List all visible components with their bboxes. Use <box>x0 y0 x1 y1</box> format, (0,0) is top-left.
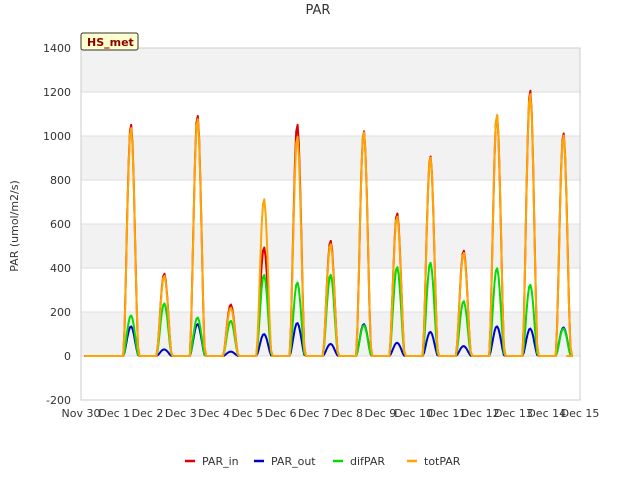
x-tick-label: Dec 7 <box>298 407 330 420</box>
plot-background-bands <box>81 48 580 356</box>
x-tick-label: Dec 6 <box>265 407 297 420</box>
badge: HS_met <box>80 32 139 51</box>
x-tick-label: Dec 5 <box>231 407 263 420</box>
x-tick-label: Dec 9 <box>365 407 397 420</box>
par-chart: PAR -200 0 200 400 600 800 1000 1200 1400 Nov 30… <box>8 3 600 468</box>
x-tick-label: Dec 8 <box>331 407 363 420</box>
background-band <box>81 136 580 180</box>
y-tick-label: 0 <box>64 350 71 363</box>
legend-label: difPAR <box>350 455 385 468</box>
y-tick-label: 800 <box>50 174 71 187</box>
background-band <box>81 48 580 92</box>
x-tick-label: Dec 3 <box>165 407 197 420</box>
x-tick-label: Nov 30 <box>62 407 101 420</box>
y-tick-label: 200 <box>50 306 71 319</box>
y-axis-ticks: -200 0 200 400 600 800 1000 1200 1400 <box>43 42 71 407</box>
legend-label: PAR_in <box>202 455 239 468</box>
legend-label: totPAR <box>424 455 461 468</box>
legend: PAR_in PAR_out difPAR totPAR <box>185 455 461 468</box>
y-tick-label: 600 <box>50 218 71 231</box>
x-tick-label: Dec 4 <box>198 407 230 420</box>
badge-label: HS_met <box>87 36 134 49</box>
y-tick-label: 1400 <box>43 42 71 55</box>
y-tick-label: 1200 <box>43 86 71 99</box>
x-axis-ticks: Nov 30Dec 1 Dec 2 Dec 3 Dec 4 Dec 5 Dec 6 Dec … <box>62 407 600 420</box>
y-axis-label: PAR (umol/m2/s) <box>8 180 21 272</box>
y-tick-label: 1000 <box>43 130 71 143</box>
y-tick-label: -200 <box>46 394 71 407</box>
y-tick-label: 400 <box>50 262 71 275</box>
x-tick-label: Dec 1 <box>98 407 130 420</box>
x-tick-label: Dec 2 <box>132 407 164 420</box>
x-tick-label: Dec 15 <box>561 407 600 420</box>
chart-title: PAR <box>306 3 331 18</box>
legend-label: PAR_out <box>271 455 316 468</box>
